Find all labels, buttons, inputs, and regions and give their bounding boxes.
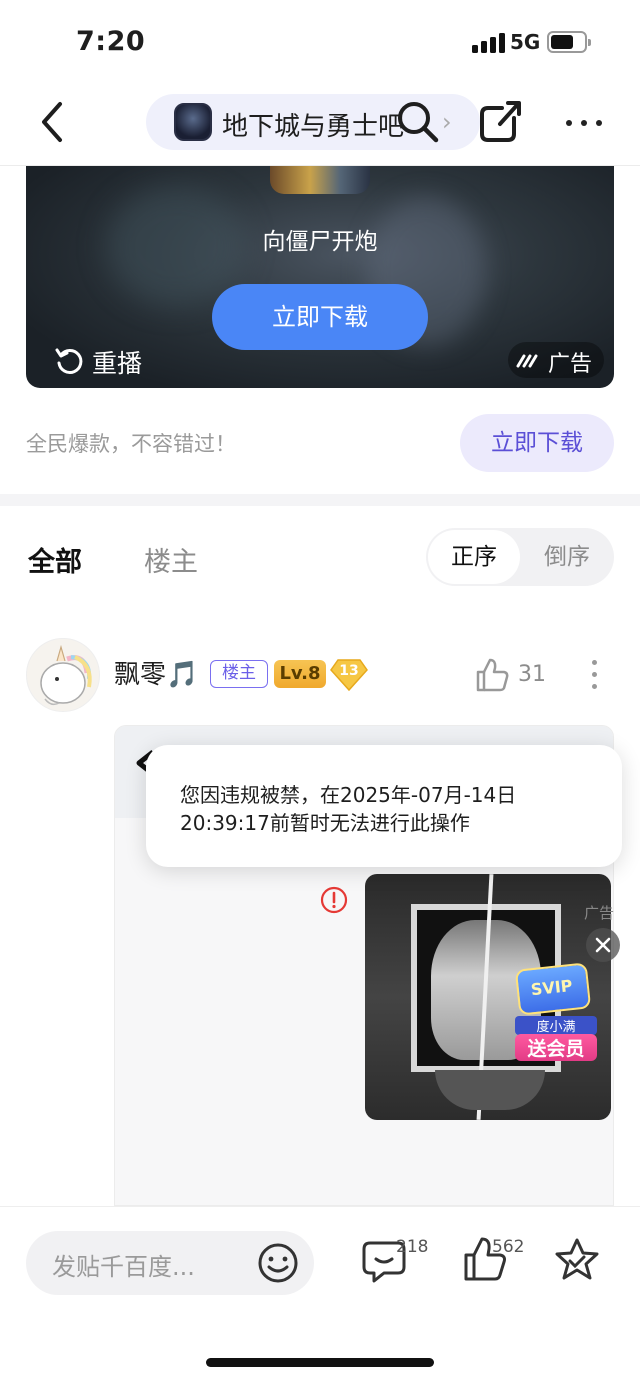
tab-op-only[interactable]: 楼主 [144, 540, 198, 579]
level-badge: Lv.8 [274, 660, 326, 688]
sort-toggle: 正序 倒序 [426, 528, 614, 586]
ad-download-button-secondary[interactable]: 立即下载 [460, 414, 614, 472]
ad-tag-label: 广告 [548, 352, 593, 377]
op-badge: 楼主 [210, 660, 268, 688]
ad-video[interactable]: 向僵尸开炮 立即下载 重播 广告 [26, 166, 614, 388]
emoji-icon[interactable] [256, 1241, 300, 1285]
ad-download-button[interactable]: 立即下载 [212, 284, 428, 350]
svip-label: SVIP [529, 976, 574, 1000]
forum-name: 地下城与勇士吧 [222, 112, 405, 142]
reply-placeholder: 发贴千百度... [52, 1253, 195, 1281]
more-icon[interactable] [562, 106, 606, 136]
error-icon [320, 886, 348, 914]
svip-brand: 度小满 [515, 1016, 597, 1035]
chevron-right-icon: › [442, 108, 452, 136]
battery-icon [547, 31, 591, 53]
sort-ascending-button[interactable]: 正序 [428, 530, 520, 584]
ad-logo-icon [516, 354, 538, 368]
mini-ad-label: 广告 [584, 904, 615, 922]
comment-count: 218 [396, 1237, 429, 1257]
svip-badge: SVIP 度小满 送会员 [514, 962, 597, 1061]
post-more-icon[interactable] [590, 656, 600, 692]
back-button[interactable] [34, 98, 74, 146]
signal-icon [472, 33, 506, 53]
section-divider [0, 494, 640, 506]
replay-label: 重播 [92, 349, 143, 378]
mini-ad-image[interactable]: SVIP 度小满 送会员 [365, 874, 611, 1120]
game-icon [270, 166, 370, 194]
svip-gift-label: 送会员 [515, 1034, 597, 1061]
ad-slogan: 全民爆款，不容错过！ [26, 432, 236, 456]
search-icon[interactable] [392, 96, 442, 146]
bottom-like-count: 562 [492, 1237, 525, 1257]
sort-descending-button[interactable]: 倒序 [522, 530, 612, 584]
avatar[interactable] [26, 638, 100, 712]
share-button[interactable] [476, 96, 526, 146]
like-icon[interactable] [474, 656, 510, 694]
ban-toast: 您因违规被禁，在2025年-07月-14日20:39:17前暂时无法进行此操作 [146, 745, 622, 867]
back-icon [42, 102, 62, 142]
status-bar: 7:20 5G [0, 0, 640, 88]
reply-input[interactable]: 发贴千百度... [26, 1231, 314, 1295]
gem-level-label: 13 [339, 663, 359, 679]
gem-level-badge: 13 [330, 656, 368, 692]
nav-bar: 地下城与勇士吧 › [0, 88, 640, 166]
status-time: 7:20 [76, 26, 146, 57]
share-icon [480, 101, 521, 142]
like-count: 31 [518, 662, 546, 687]
username[interactable]: 飘零🎵 [114, 654, 198, 691]
tab-all[interactable]: 全部 [28, 540, 82, 579]
ad-tag: 广告 [508, 342, 604, 378]
ban-message: 您因违规被禁，在2025年-07月-14日20:39:17前暂时无法进行此操作 [180, 783, 517, 835]
close-icon[interactable] [586, 928, 620, 962]
replay-icon [55, 348, 83, 374]
star-icon[interactable] [554, 1237, 600, 1283]
forum-avatar [174, 103, 212, 141]
network-label: 5G [510, 30, 541, 54]
home-indicator [206, 1358, 434, 1367]
ad-title: 向僵尸开炮 [262, 229, 378, 255]
